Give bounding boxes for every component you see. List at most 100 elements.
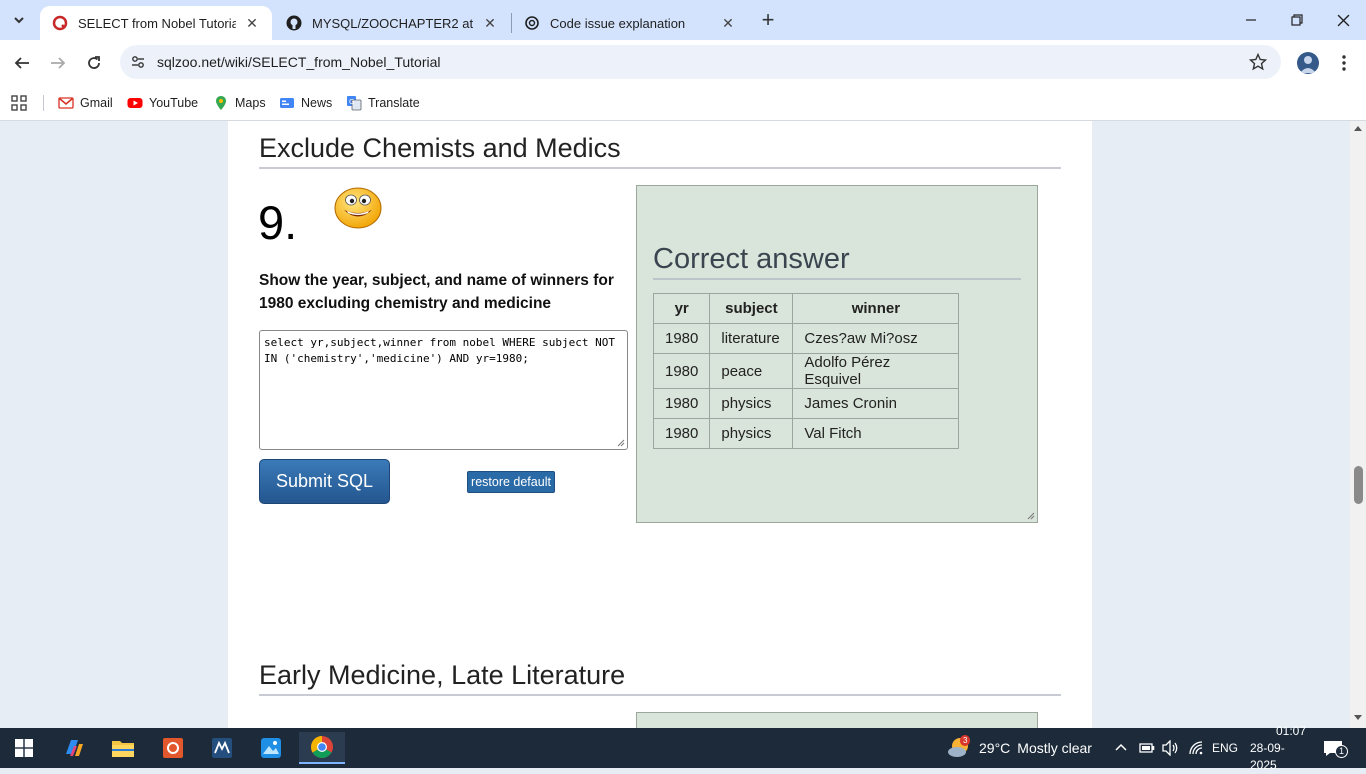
bookmark-label: Gmail: [80, 96, 113, 110]
table-row: 1980 literature Czes?aw Mi?osz: [652, 323, 960, 354]
cell-subject: physics: [709, 418, 794, 449]
cell-yr: 1980: [652, 323, 711, 354]
plus-icon: +: [761, 7, 775, 32]
notifications-button[interactable]: 1: [1323, 728, 1349, 768]
translate-icon: G: [347, 96, 362, 111]
next-section-heading: Early Medicine, Late Literature: [259, 658, 1061, 696]
tab-title: SELECT from Nobel Tutorial - S: [78, 15, 236, 31]
maps-pin-icon: [216, 96, 226, 110]
bookmark-news[interactable]: News: [279, 92, 332, 114]
page-scrollbar[interactable]: [1350, 121, 1366, 728]
language-indicator[interactable]: ENG: [1212, 728, 1238, 768]
cell-winner: Czes?aw Mi?osz: [792, 323, 960, 354]
show-hidden-icons-button[interactable]: [1114, 728, 1128, 768]
notification-count: 1: [1335, 745, 1349, 758]
chrome-button[interactable]: [299, 732, 345, 764]
table-row: 1980 peace Adolfo Pérez Esquivel: [652, 353, 960, 389]
column-header-subject: subject: [709, 293, 794, 324]
start-button[interactable]: [4, 732, 44, 764]
table-row: 1980 physics James Cronin: [652, 388, 960, 419]
tab-title: Code issue explanation: [550, 15, 686, 31]
svg-text:G: G: [349, 98, 354, 106]
photos-button[interactable]: [251, 732, 291, 764]
cell-winner: James Cronin: [792, 388, 960, 419]
answer-table: yr subject winner 1980 literature Czes?a…: [652, 293, 960, 449]
cell-yr: 1980: [652, 353, 711, 389]
volume-button[interactable]: [1162, 728, 1180, 768]
address-bar[interactable]: sqlzoo.net/wiki/SELECT_from_Nobel_Tutori…: [120, 45, 1281, 79]
minimize-button[interactable]: [1236, 5, 1266, 35]
bookmark-translate[interactable]: G Translate: [346, 92, 420, 114]
scroll-down-icon[interactable]: [1354, 715, 1362, 721]
youtube-icon: [127, 98, 143, 108]
restore-label: restore default: [471, 475, 551, 489]
submit-sql-button[interactable]: Submit SQL: [259, 459, 390, 504]
bookmark-maps[interactable]: Maps: [213, 92, 266, 114]
bookmark-gmail[interactable]: Gmail: [58, 92, 113, 114]
submit-label: Submit SQL: [275, 471, 374, 491]
chevron-down-icon: [14, 17, 24, 24]
new-tab-button[interactable]: +: [753, 5, 783, 35]
tab-search-button[interactable]: [4, 5, 34, 35]
forward-button[interactable]: [43, 48, 73, 78]
bookmark-label: News: [301, 96, 333, 110]
apps-grid-icon: [11, 95, 27, 111]
bookmark-label: Maps: [235, 96, 266, 110]
reload-button[interactable]: [79, 48, 109, 78]
wifi-icon: [1189, 741, 1203, 755]
battery-icon: [1139, 743, 1155, 753]
question-number: 9.: [258, 196, 298, 249]
gmail-icon: [58, 97, 74, 109]
chevron-up-icon: [1115, 743, 1127, 751]
app-button[interactable]: [153, 732, 193, 764]
site-info-icon[interactable]: [130, 54, 146, 70]
sqlzoo-favicon-icon: [52, 15, 68, 31]
clock[interactable]: 01:07 28-09-2025: [1250, 724, 1306, 772]
table-row: 1980 physics Val Fitch: [652, 418, 960, 449]
kebab-menu-icon: [1342, 55, 1346, 71]
scroll-thumb[interactable]: [1354, 466, 1363, 504]
restore-default-button[interactable]: restore default: [467, 471, 555, 493]
tab-github[interactable]: MYSQL/ZOOCHAPTER2 at main ✕: [274, 6, 510, 40]
url-text: sqlzoo.net/wiki/SELECT_from_Nobel_Tutori…: [157, 54, 441, 70]
close-tab-icon[interactable]: ✕: [482, 15, 498, 31]
battery-indicator[interactable]: [1139, 728, 1155, 768]
sql-editor[interactable]: select yr,subject,winner from nobel WHER…: [259, 330, 628, 450]
file-explorer-button[interactable]: [103, 732, 143, 764]
bookmark-label: YouTube: [149, 96, 199, 110]
profile-avatar[interactable]: [1297, 52, 1319, 74]
tab-nobel-tutorial[interactable]: SELECT from Nobel Tutorial - S ✕: [40, 6, 272, 40]
network-button[interactable]: [1188, 728, 1204, 768]
bookmark-youtube[interactable]: YouTube: [127, 92, 198, 114]
reload-icon: [88, 56, 100, 69]
tab-chatgpt[interactable]: Code issue explanation ✕: [512, 6, 748, 40]
cell-winner: Val Fitch: [792, 418, 960, 449]
bookmark-star-icon[interactable]: [1249, 53, 1267, 71]
browser-toolbar: sqlzoo.net/wiki/SELECT_from_Nobel_Tutori…: [0, 40, 1366, 86]
close-tab-icon[interactable]: ✕: [720, 15, 736, 31]
back-button[interactable]: [7, 48, 37, 78]
close-tab-icon[interactable]: ✕: [244, 15, 260, 31]
section-heading: Exclude Chemists and Medics: [259, 131, 1061, 169]
photos-icon: [261, 738, 281, 758]
close-window-button[interactable]: [1328, 5, 1358, 35]
mysql-workbench-button[interactable]: [202, 732, 242, 764]
minimize-icon: [1246, 19, 1256, 21]
scroll-up-icon[interactable]: [1354, 125, 1362, 131]
clock-date: 28-09-2025: [1250, 740, 1285, 772]
tab-title: MYSQL/ZOOCHAPTER2 at main: [312, 15, 474, 31]
copilot-button[interactable]: [54, 732, 94, 764]
smiley-face-icon: [334, 187, 382, 229]
news-icon: [280, 98, 294, 108]
language-label: ENG: [1212, 741, 1239, 755]
cell-winner: Adolfo Pérez Esquivel: [792, 353, 960, 389]
app-orange-icon: [163, 738, 183, 758]
browser-menu-button[interactable]: [1329, 48, 1359, 78]
apps-button[interactable]: [11, 92, 27, 114]
bookmark-label: Translate: [368, 96, 420, 110]
resize-handle-icon[interactable]: [617, 439, 625, 447]
weather-widget[interactable]: 3 29°C Mostly clear: [946, 728, 1092, 768]
resize-handle-icon[interactable]: [1027, 512, 1035, 520]
next-answer-panel: [636, 712, 1038, 728]
restore-button[interactable]: [1282, 5, 1312, 35]
